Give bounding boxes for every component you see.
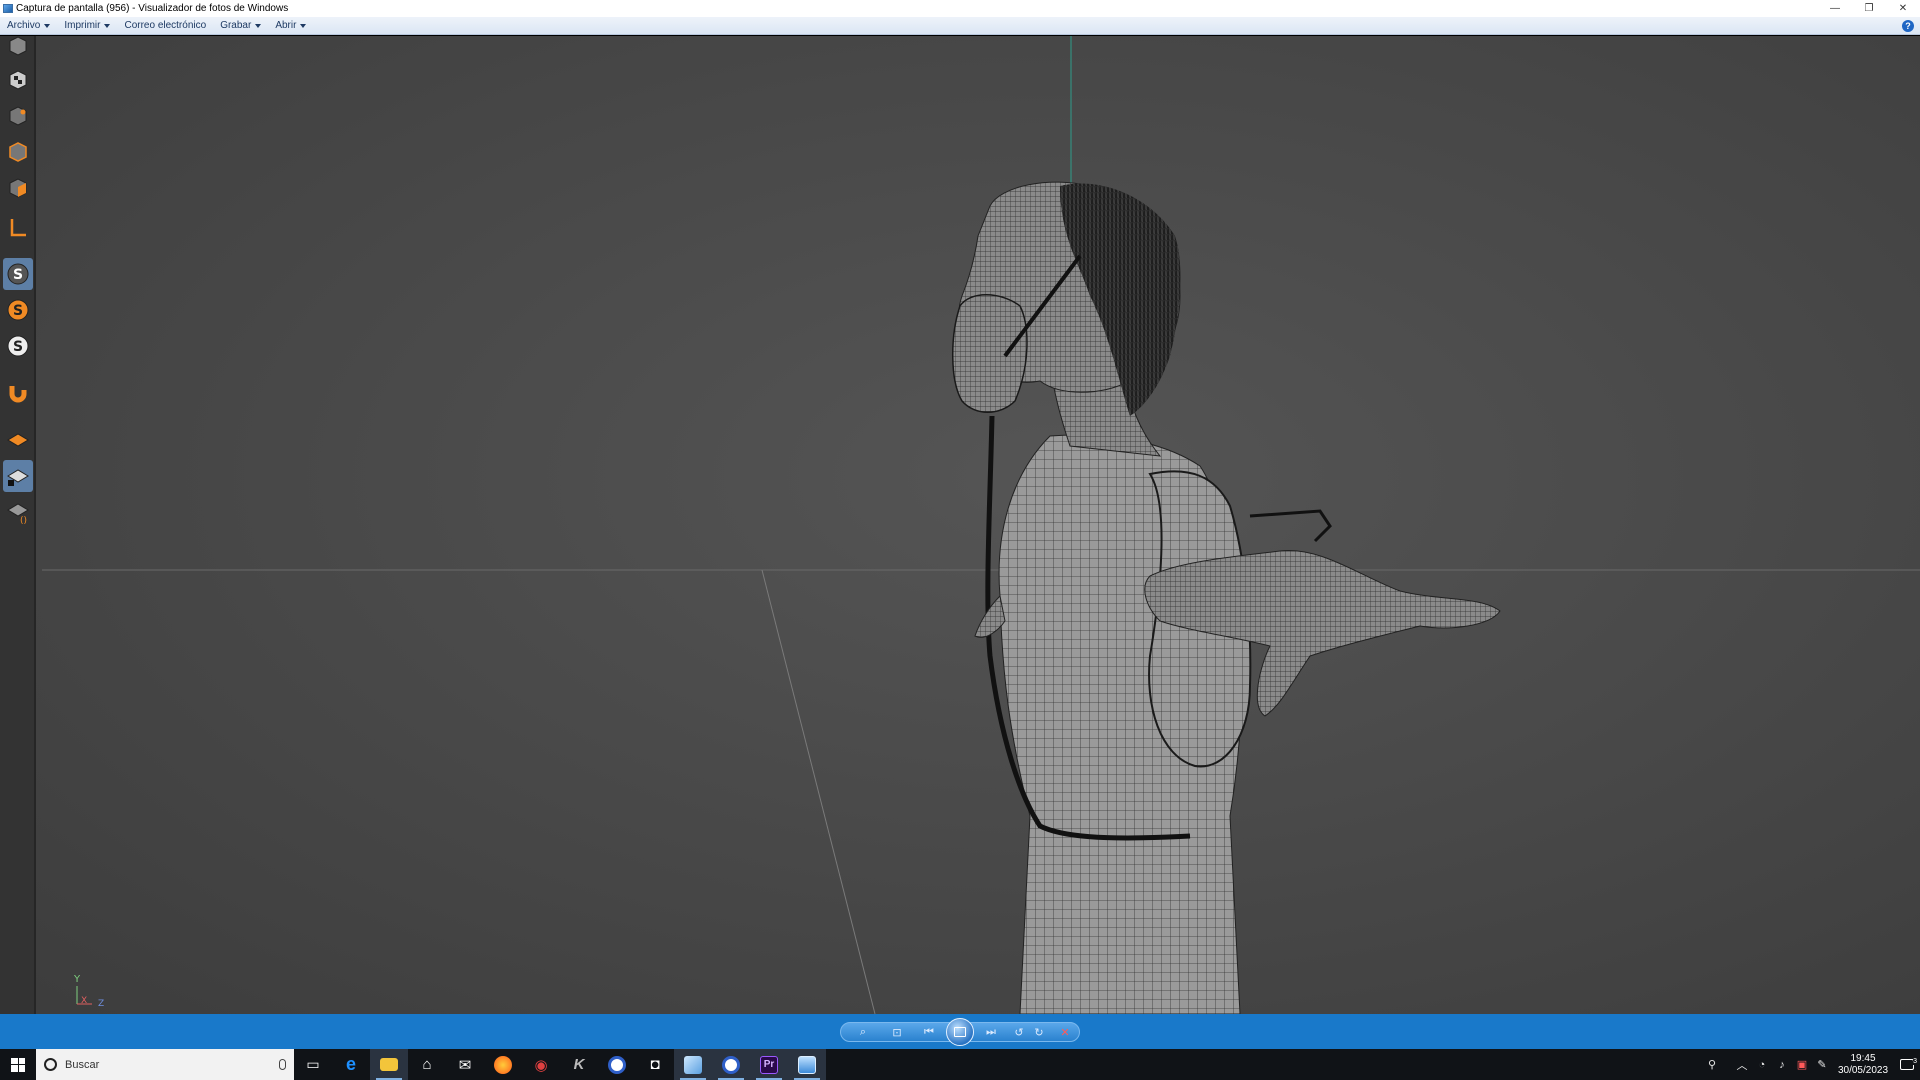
time: 19:45 <box>1850 1052 1876 1064</box>
c4d-toolbar: S S S () <box>0 36 36 1014</box>
chevron-down-icon <box>104 23 111 28</box>
next-icon[interactable]: ⏭ <box>982 1024 1000 1040</box>
start-button[interactable] <box>0 1049 36 1080</box>
clock[interactable]: 19:45 30/05/2023 <box>1832 1053 1894 1077</box>
svg-text:S: S <box>13 339 23 355</box>
menu-archivo[interactable]: Archivo <box>0 17 57 35</box>
viewer-image: Y X Z <box>0 36 1920 1014</box>
task-view-icon[interactable]: ▭ <box>294 1049 332 1080</box>
svg-text:(): () <box>20 516 27 524</box>
title-bar: Captura de pantalla (956) - Visualizador… <box>0 0 1920 17</box>
actual-size-icon[interactable]: ⊡ <box>888 1024 906 1040</box>
snap-s-orange-icon: S <box>3 294 33 326</box>
zoom-icon[interactable]: ⌕ <box>854 1024 872 1040</box>
menu-label: Abrir <box>275 20 297 31</box>
volume-icon[interactable]: ♪ <box>1772 1059 1792 1071</box>
snap-s-icon: S <box>3 258 33 290</box>
firefox-icon[interactable] <box>484 1049 522 1080</box>
taskbar: Buscar ▭ e ⌂ ✉ ◉ K ◘ Pr ⚲ ︿ ◔ ♪ ▣ ✎ 19:4… <box>0 1049 1920 1080</box>
workplane-lock-icon <box>3 460 33 492</box>
workplane-icon <box>3 424 33 456</box>
network-icon[interactable]: ◔ <box>1752 1059 1772 1071</box>
taskbar-search[interactable]: Buscar <box>36 1049 294 1080</box>
battery-warning-icon[interactable]: ▣ <box>1792 1058 1812 1071</box>
photo-viewer-icon <box>3 4 13 13</box>
rotate-left-icon[interactable]: ↺ <box>1010 1024 1028 1040</box>
snap-s-white-icon: S <box>3 330 33 362</box>
pen-icon[interactable]: ✎ <box>1812 1058 1832 1071</box>
store-icon[interactable]: ⌂ <box>408 1049 446 1080</box>
chevron-down-icon <box>300 23 307 28</box>
system-tray: ⚲ ︿ ◔ ♪ ▣ ✎ 19:45 30/05/2023 3 <box>1702 1049 1920 1080</box>
mail-icon[interactable]: ✉ <box>446 1049 484 1080</box>
photo-viewer-icon[interactable] <box>788 1049 826 1080</box>
minimize-icon[interactable]: — <box>1818 0 1852 17</box>
menu-label: Archivo <box>7 20 41 31</box>
rotate-right-icon[interactable]: ↻ <box>1030 1024 1048 1040</box>
app-k-icon[interactable]: K <box>560 1049 598 1080</box>
cinema4d-2-icon[interactable] <box>712 1049 750 1080</box>
poly-cube-icon <box>3 172 33 204</box>
svg-text:S: S <box>13 303 23 319</box>
cinema4d-icon[interactable] <box>598 1049 636 1080</box>
cortana-icon <box>44 1058 57 1071</box>
cube-icon <box>3 36 33 62</box>
menu-label: Correo electrónico <box>124 20 207 31</box>
notification-count: 3 <box>1913 1058 1917 1065</box>
menu-imprimir[interactable]: Imprimir <box>57 17 117 35</box>
menu-grabar[interactable]: Grabar <box>213 17 268 35</box>
chevron-up-icon[interactable]: ︿ <box>1732 1057 1752 1073</box>
axis-label-z: Z <box>98 999 104 1009</box>
point-cube-icon <box>3 100 33 132</box>
search-placeholder: Buscar <box>65 1058 100 1071</box>
chevron-down-icon <box>44 23 51 28</box>
app-red-icon[interactable]: ◉ <box>522 1049 560 1080</box>
restore-icon[interactable]: ❐ <box>1852 0 1886 17</box>
edge-icon[interactable]: e <box>332 1049 370 1080</box>
app-camera-icon[interactable]: ◘ <box>636 1049 674 1080</box>
viewer-navbar: ⌕ ⊡ ⏮ ⏭ ↺ ↻ ✕ <box>0 1014 1920 1049</box>
magnet-icon <box>3 378 33 410</box>
file-explorer-icon[interactable] <box>370 1049 408 1080</box>
axis-icon <box>3 212 33 244</box>
windows-logo-icon <box>11 1057 25 1072</box>
microphone-icon[interactable] <box>279 1059 286 1070</box>
axis-label-y: Y <box>73 974 81 985</box>
delete-icon[interactable]: ✕ <box>1056 1024 1074 1040</box>
axis-label-x: X <box>81 996 87 1006</box>
menu-abrir[interactable]: Abrir <box>268 17 313 35</box>
premiere-icon[interactable]: Pr <box>750 1049 788 1080</box>
workplane-axis-icon: () <box>3 496 33 528</box>
menu-label: Grabar <box>220 20 252 31</box>
notification-icon[interactable]: 3 <box>1894 1058 1920 1070</box>
menu-label: Imprimir <box>64 20 101 31</box>
chevron-down-icon <box>255 23 262 28</box>
menu-bar: Archivo Imprimir Correo electrónico Grab… <box>0 17 1920 35</box>
help-icon[interactable]: ? <box>1902 19 1914 32</box>
close-icon[interactable]: ✕ <box>1886 0 1920 17</box>
slideshow-icon[interactable] <box>946 1018 974 1046</box>
people-icon[interactable]: ⚲ <box>1702 1058 1722 1071</box>
previous-icon[interactable]: ⏮ <box>920 1024 938 1040</box>
window-title: Captura de pantalla (956) - Visualizador… <box>16 3 289 14</box>
image-viewport[interactable]: Y X Z S S S () <box>0 36 1920 1014</box>
app-blue-icon[interactable] <box>674 1049 712 1080</box>
edge-cube-icon <box>3 136 33 168</box>
checker-cube-icon <box>3 64 33 96</box>
menu-correo[interactable]: Correo electrónico <box>117 17 213 35</box>
svg-text:S: S <box>13 267 23 283</box>
date: 30/05/2023 <box>1837 1064 1889 1076</box>
